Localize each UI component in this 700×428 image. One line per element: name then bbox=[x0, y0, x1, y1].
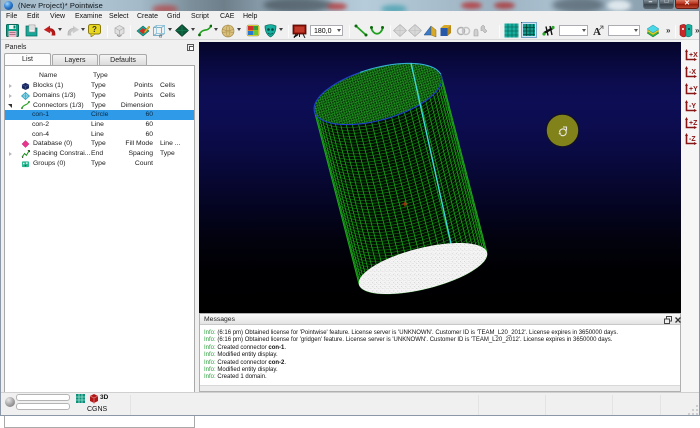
svg-text:+Y: +Y bbox=[689, 86, 698, 93]
svg-text:+X: +X bbox=[689, 52, 698, 59]
svg-text:A: A bbox=[593, 26, 601, 37]
svg-text:+Z: +Z bbox=[689, 120, 698, 127]
svg-text:a: a bbox=[159, 34, 162, 39]
svg-text:-X: -X bbox=[689, 69, 696, 76]
svg-text:?: ? bbox=[92, 25, 97, 34]
svg-text:-Z: -Z bbox=[689, 136, 696, 143]
svg-text:-Y: -Y bbox=[689, 103, 696, 110]
